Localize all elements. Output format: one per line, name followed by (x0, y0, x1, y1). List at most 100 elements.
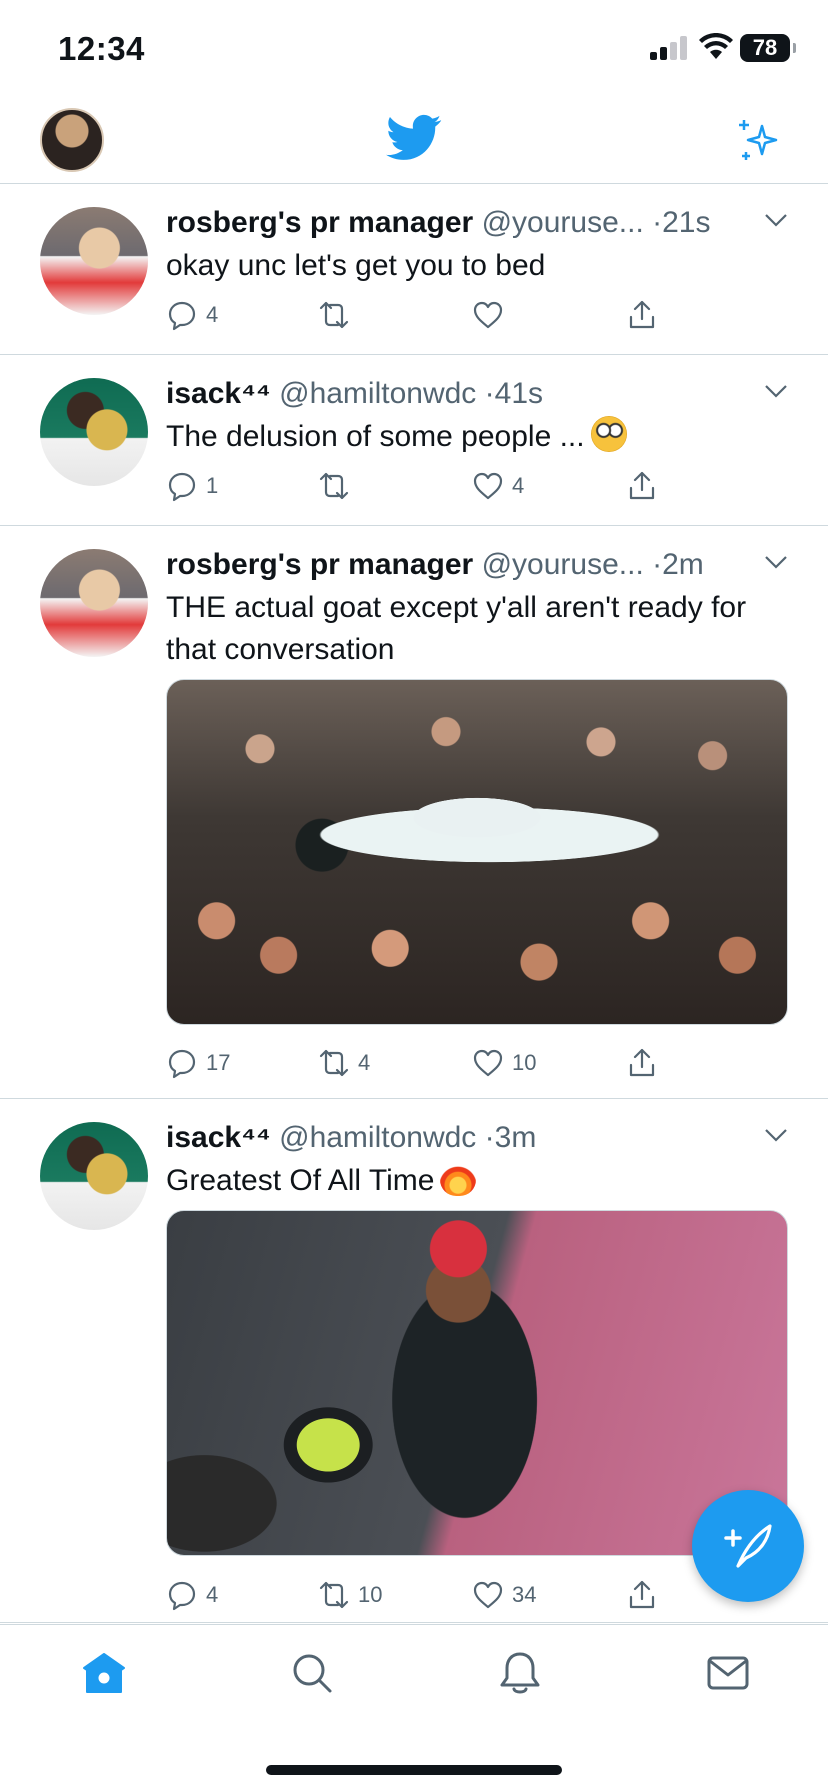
retweet-button[interactable] (318, 466, 358, 506)
reply-count: 1 (206, 473, 219, 498)
avatar[interactable] (40, 207, 148, 315)
reply-button[interactable]: 1 (166, 466, 218, 506)
status-bar: 12:34 78 (0, 0, 828, 100)
heart-icon (473, 1581, 503, 1609)
tweet-author-name[interactable]: rosberg's pr manager (166, 548, 473, 581)
reply-button[interactable]: 4 (166, 1575, 218, 1615)
tweet[interactable]: isack⁴⁴ @hamiltonwdc ·41s The delusion o… (0, 356, 828, 526)
avatar[interactable] (40, 378, 148, 486)
avatar[interactable] (40, 549, 148, 657)
share-icon (629, 300, 655, 329)
retweet-button[interactable]: 4 (318, 1043, 370, 1083)
tweet-author-name[interactable]: isack⁴⁴ (166, 377, 271, 410)
tweet-timestamp[interactable]: 2m (662, 548, 704, 581)
reply-icon (168, 301, 196, 331)
chevron-down-icon[interactable] (764, 555, 788, 569)
share-icon (629, 1048, 655, 1077)
separator-dot: · (652, 206, 663, 239)
compose-tweet-icon (724, 1524, 772, 1568)
like-button[interactable]: 4 (472, 466, 524, 506)
cellular-signal-icon (650, 36, 690, 60)
reply-count: 4 (206, 302, 219, 327)
like-count: 10 (512, 1050, 537, 1075)
status-time: 12:34 (58, 30, 145, 67)
compose-tweet-button[interactable] (692, 1490, 804, 1602)
share-button[interactable] (626, 466, 658, 506)
retweet-count: 10 (358, 1582, 383, 1607)
avatar[interactable] (40, 1122, 148, 1230)
profile-avatar-button[interactable] (40, 108, 104, 172)
chevron-down-icon[interactable] (764, 384, 788, 398)
tweet-timestamp[interactable]: 21s (662, 206, 710, 239)
bottom-tab-bar (0, 1624, 828, 1792)
share-button[interactable] (626, 295, 658, 335)
battery-indicator: 78 (740, 34, 796, 62)
retweet-button[interactable]: 10 (318, 1575, 382, 1615)
chevron-down-icon[interactable] (764, 1128, 788, 1142)
tweet[interactable]: rosberg's pr manager @youruse... ·21s ok… (0, 185, 828, 355)
heart-icon (473, 472, 503, 500)
tweet-actions: 4 (166, 295, 788, 335)
retweet-icon (319, 472, 349, 500)
separator-dot: · (484, 377, 495, 410)
tweet-photo-driver[interactable] (166, 1210, 788, 1556)
retweet-icon (319, 301, 349, 329)
heart-icon (473, 301, 503, 329)
twitter-bird-icon (386, 114, 442, 160)
home-header (0, 100, 828, 184)
search-icon[interactable] (288, 1649, 336, 1697)
like-count: 4 (512, 473, 525, 498)
tweet-author-name[interactable]: rosberg's pr manager (166, 206, 473, 239)
tweet-actions: 17 4 10 (166, 1043, 788, 1083)
tweet-timestamp[interactable]: 3m (495, 1121, 537, 1154)
messages-envelope-icon[interactable] (704, 1649, 752, 1697)
home-indicator (266, 1765, 562, 1775)
retweet-count: 4 (358, 1050, 371, 1075)
like-button[interactable]: 10 (472, 1043, 536, 1083)
reply-button[interactable]: 4 (166, 295, 218, 335)
reply-icon (168, 472, 196, 502)
share-icon (629, 1580, 655, 1609)
tweet-author-handle[interactable]: @hamiltonwdc (279, 377, 476, 410)
like-button[interactable]: 34 (472, 1575, 536, 1615)
separator-dot: · (652, 548, 663, 581)
reply-icon (168, 1581, 196, 1611)
home-icon[interactable] (80, 1649, 128, 1697)
tweet-photo-crowd[interactable] (166, 679, 788, 1025)
tweet-actions: 1 4 (166, 466, 788, 506)
tweet-header: rosberg's pr manager @youruse... ·2m (166, 545, 788, 585)
reply-button[interactable]: 17 (166, 1043, 230, 1083)
tweet-author-handle[interactable]: @youruse... (482, 548, 644, 581)
tweet-header: rosberg's pr manager @youruse... ·21s (166, 203, 788, 243)
notifications-bell-icon[interactable] (496, 1649, 544, 1697)
retweet-button[interactable] (318, 295, 358, 335)
wifi-icon (699, 33, 733, 59)
tweet-text-container: Greatest Of All Time (166, 1160, 788, 1202)
tweet-author-name[interactable]: isack⁴⁴ (166, 1121, 271, 1154)
tweet-text: Greatest Of All Time (166, 1164, 435, 1197)
tweet[interactable]: rosberg's pr manager @youruse... ·2m THE… (0, 527, 828, 1099)
retweet-icon (319, 1049, 349, 1077)
tweet-text: The delusion of some people ... (166, 420, 585, 453)
tweet-actions: 4 10 34 (166, 1575, 788, 1615)
rolling-eyes-emoji-icon (590, 416, 627, 452)
chevron-down-icon[interactable] (764, 213, 788, 227)
separator-dot: · (484, 1121, 495, 1154)
share-button[interactable] (626, 1043, 658, 1083)
tweet-author-handle[interactable]: @hamiltonwdc (279, 1121, 476, 1154)
reply-icon (168, 1049, 196, 1079)
tweet-header: isack⁴⁴ @hamiltonwdc ·41s (166, 374, 788, 414)
fire-emoji-icon (440, 1160, 477, 1196)
reply-count: 4 (206, 1582, 219, 1607)
tweet-text: THE actual goat except y'all aren't read… (166, 591, 747, 666)
share-button[interactable] (626, 1575, 658, 1615)
tweet-text-container: The delusion of some people ... (166, 416, 788, 458)
share-icon (629, 471, 655, 500)
heart-icon (473, 1049, 503, 1077)
like-button[interactable] (472, 295, 512, 335)
sparkle-icon[interactable] (734, 116, 782, 164)
tweet-timestamp[interactable]: 41s (495, 377, 543, 410)
tweet-author-handle[interactable]: @youruse... (482, 206, 644, 239)
tweet-text: okay unc let's get you to bed (166, 249, 546, 282)
tweet-header: isack⁴⁴ @hamiltonwdc ·3m (166, 1118, 788, 1158)
